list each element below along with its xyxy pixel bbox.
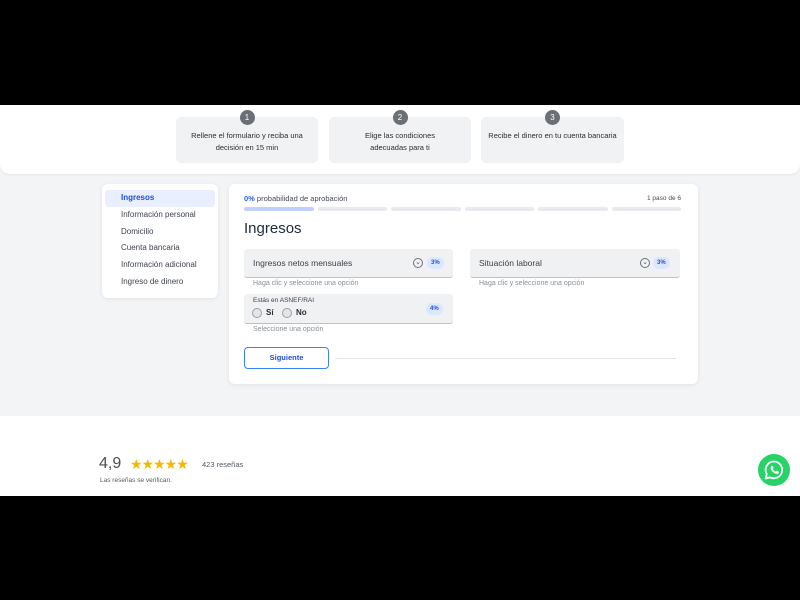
progress-segment [464,207,534,211]
radio-button[interactable] [282,307,292,318]
asnef-hint: Seleccione una opción [253,326,324,333]
progress-segment [538,207,608,211]
asnef-yes-label: Sí [266,308,274,317]
step-card-1: 1 Rellene el formulario y reciba una dec… [176,110,318,163]
sidebar-item-additional-info[interactable]: Información adicional [105,257,215,274]
asnef-question-label: Estás en ASNEF/RAI [253,297,315,304]
rating-score: 4,9 [99,455,122,472]
progress-segment [611,207,681,211]
step-number-badge: 1 [239,110,255,125]
chevron-down-icon: ⌄ [413,258,423,268]
sidebar-item-domicilio[interactable]: Domicilio [105,224,215,241]
approval-probability-label: probabilidad de aprobación [254,194,348,203]
step-card-2: 2 Elige las condiciones adecuadas para t… [329,110,471,163]
asnef-no-label: No [296,308,307,317]
asnef-no-option[interactable]: No [282,307,307,318]
sidebar-item-personal-info[interactable]: Información personal [105,207,215,224]
steps-band: 1 Rellene el formulario y reciba una dec… [0,105,800,174]
divider [335,358,676,359]
asnef-yes-option[interactable]: Sí [252,307,274,318]
step-card-3: 3 Recibe el dinero en tu cuenta bancaria [481,110,624,163]
form-sections-sidebar: Ingresos Información personal Domicilio … [102,184,218,298]
page-viewport: 1 Rellene el formulario y reciba una dec… [0,105,800,496]
step-description: Elige las condiciones adecuadas para ti [364,131,436,152]
step-progress-bar [244,207,681,211]
radio-button[interactable] [252,307,262,318]
form-title: Ingresos [244,220,302,237]
weight-badge: 4% [426,303,443,315]
approval-probability: 0% probabilidad de aprobación [244,194,347,203]
next-button[interactable]: Siguiente [244,347,329,369]
sidebar-item-ingresos[interactable]: Ingresos [105,190,215,207]
progress-segment [391,207,461,211]
sidebar-item-money-deposit[interactable]: Ingreso de dinero [105,274,215,291]
asnef-question-field: Estás en ASNEF/RAI Sí No 4% [244,294,453,324]
step-number-badge: 3 [545,110,560,125]
sidebar-item-bank-account[interactable]: Cuenta bancaria [105,240,215,257]
application-form-card: 0% probabilidad de aprobación 1 paso de … [229,184,698,384]
chevron-down-icon: ⌄ [640,258,650,268]
employment-status-hint: Haga clic y seleccione una opción [479,280,585,287]
progress-segment [317,207,387,211]
whatsapp-button[interactable] [758,454,790,486]
employment-status-label: Situación laboral [479,258,542,268]
rating-stars: ★★★★★ [130,456,189,472]
step-number-badge: 2 [392,110,408,125]
net-income-select[interactable]: Ingresos netos mensuales ⌄ 3% [244,249,453,278]
weight-badge: 3% [427,257,444,269]
net-income-label: Ingresos netos mensuales [253,258,353,268]
net-income-hint: Haga clic y seleccione una opción [253,280,359,287]
weight-badge: 3% [653,257,670,269]
approval-percentage: 0% [244,194,255,203]
reviews-section: 4,9 ★★★★★ 423 reseñas Las reseñas se ver… [0,416,800,496]
step-counter: 1 paso de 6 [647,195,681,202]
progress-segment [244,207,314,211]
whatsapp-icon [764,460,784,480]
employment-status-select[interactable]: Situación laboral ⌄ 3% [470,249,680,278]
step-description: Rellene el formulario y reciba una decis… [191,131,303,152]
review-verification-note: Las reseñas se verifican. [100,477,172,484]
review-count[interactable]: 423 reseñas [202,460,243,469]
step-description: Recibe el dinero en tu cuenta bancaria [488,131,617,140]
